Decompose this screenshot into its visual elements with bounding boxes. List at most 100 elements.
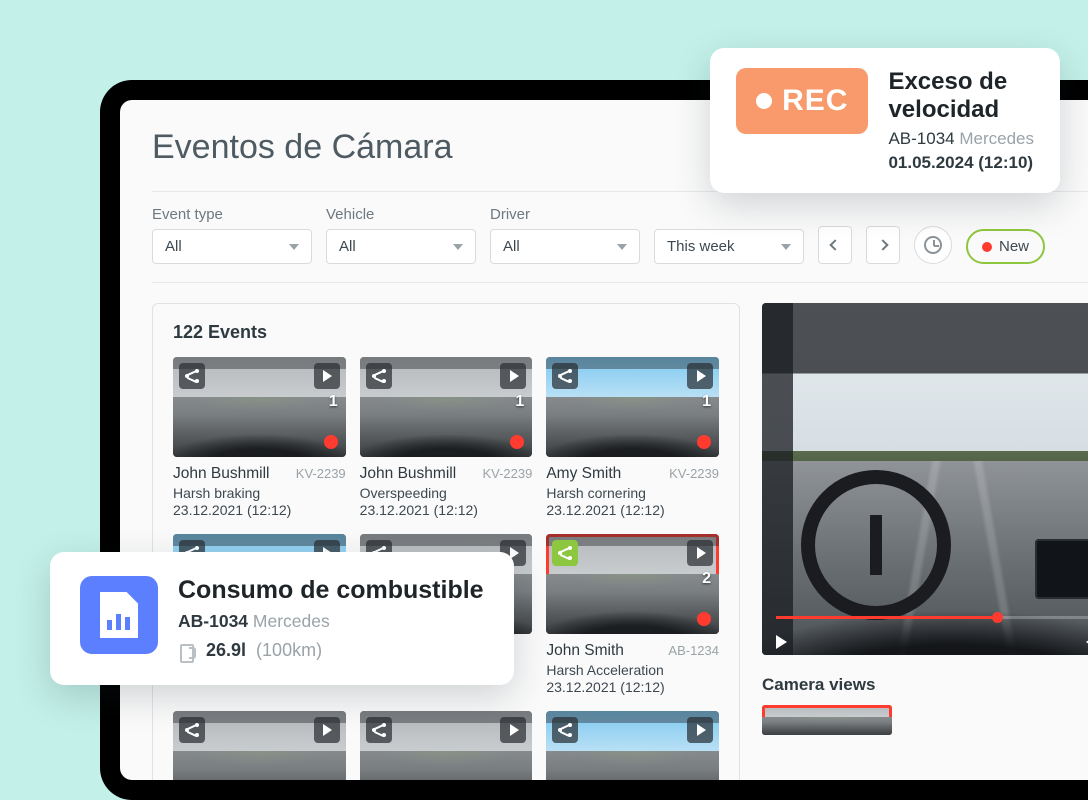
rec-badge: REC (736, 68, 868, 134)
share-icon (185, 369, 199, 383)
event-thumbnail[interactable] (546, 711, 719, 780)
play-icon (697, 370, 706, 382)
fuel-vehicle: AB-1034 Mercedes (178, 611, 484, 632)
vehicle-select[interactable]: All (326, 229, 476, 264)
clip-count: 2 (702, 570, 711, 588)
date-range-select[interactable]: This week (654, 229, 804, 264)
share-button[interactable] (179, 363, 205, 389)
steering-wheel (801, 470, 951, 620)
event-card[interactable]: 1 Amy Smith KV-2239 Harsh cornering23.12.20… (546, 357, 719, 518)
camera-strip (762, 705, 1088, 735)
alert-vehicle: AB-1034 Mercedes (888, 129, 1034, 149)
alert-datetime: 01.05.2024 (12:10) (888, 153, 1034, 173)
fuel-title: Consumo de combustible (178, 576, 484, 605)
speeding-alert-card: REC Exceso de velocidad AB-1034 Mercedes… (710, 48, 1060, 193)
record-dot-icon (756, 93, 772, 109)
share-button[interactable] (552, 540, 578, 566)
share-icon (185, 723, 199, 737)
event-meta: Amy Smith KV-2239 Harsh cornering23.12.202… (546, 457, 719, 518)
event-datetime: 23.12.2021 (12:12) (173, 502, 346, 518)
share-icon (372, 369, 386, 383)
progress-bar[interactable] (776, 616, 1088, 619)
event-thumbnail[interactable]: 1 (173, 357, 346, 457)
video-player[interactable] (762, 303, 1088, 655)
filter-vehicle: Vehicle All (326, 206, 476, 264)
recording-indicator-icon (697, 612, 711, 626)
event-thumbnail[interactable] (360, 711, 533, 780)
play-button[interactable] (687, 540, 713, 566)
share-icon (558, 723, 572, 737)
driver-name: Amy Smith (546, 465, 621, 483)
rec-label: REC (782, 84, 848, 118)
recording-indicator-icon (324, 435, 338, 449)
event-type-label: Overspeeding (360, 485, 533, 501)
fuel-distance: (100km) (256, 640, 322, 661)
camera-tile[interactable] (762, 705, 892, 735)
play-button[interactable] (314, 363, 340, 389)
event-thumbnail[interactable]: 1 (360, 357, 533, 457)
play-button[interactable] (687, 717, 713, 743)
event-thumbnail[interactable] (173, 711, 346, 780)
new-events-pill[interactable]: New (966, 229, 1045, 264)
filter-range: This week (654, 229, 804, 264)
play-button[interactable] (500, 717, 526, 743)
play-button[interactable] (500, 363, 526, 389)
share-button[interactable] (552, 363, 578, 389)
filter-driver: Driver All (490, 206, 640, 264)
event-card[interactable] (546, 711, 719, 780)
clip-count: 1 (702, 393, 711, 411)
play-icon (323, 724, 332, 736)
alert-title: Exceso de velocidad (888, 68, 1034, 123)
filter-event-type: Event type All (152, 206, 312, 264)
fuel-stat: 26.9l (100km) (178, 640, 484, 661)
event-card[interactable] (360, 711, 533, 780)
event-type-label: Harsh cornering (546, 485, 719, 501)
event-card[interactable]: 2 John SmithAB-1234Harsh Acceleration23.1… (546, 534, 719, 695)
event-card[interactable]: 1 John Bushmill KV-2239 Overspeeding23.12.2… (360, 357, 533, 518)
prev-button[interactable] (818, 226, 852, 264)
event-thumbnail[interactable]: 2 (546, 534, 719, 634)
driver-name: John Bushmill (173, 465, 270, 483)
event-card[interactable] (173, 711, 346, 780)
history-button[interactable] (914, 226, 952, 264)
fuel-amount: 26.9l (206, 640, 246, 661)
share-button[interactable] (366, 363, 392, 389)
report-icon (80, 576, 158, 654)
fuel-info: Consumo de combustible AB-1034 Mercedes … (178, 576, 484, 661)
recording-indicator-icon (697, 435, 711, 449)
chevron-down-icon (781, 244, 791, 250)
chevron-down-icon (617, 244, 627, 250)
driver-name: John Smith (546, 642, 624, 660)
play-icon (697, 724, 706, 736)
event-datetime: 23.12.2021 (12:12) (360, 502, 533, 518)
driver-select[interactable]: All (490, 229, 640, 264)
alert-info: Exceso de velocidad AB-1034 Mercedes 01.… (888, 68, 1034, 173)
filters-bar: Event type All Vehicle All Driver All (152, 191, 1088, 283)
event-datetime: 23.12.2021 (12:12) (546, 502, 719, 518)
event-thumbnail[interactable]: 1 (546, 357, 719, 457)
driver-name: John Bushmill (360, 465, 457, 483)
events-count: 122 Events (173, 322, 719, 343)
event-type-select[interactable]: All (152, 229, 312, 264)
play-button[interactable] (687, 363, 713, 389)
share-button[interactable] (366, 717, 392, 743)
chevron-right-icon (877, 239, 888, 250)
select-value: This week (667, 238, 735, 255)
event-meta: John SmithAB-1234Harsh Acceleration23.12… (546, 634, 719, 695)
chevron-down-icon (453, 244, 463, 250)
filter-label: Vehicle (326, 206, 476, 223)
share-button[interactable] (179, 717, 205, 743)
play-icon (510, 370, 519, 382)
select-value: All (503, 238, 520, 255)
play-button[interactable] (314, 717, 340, 743)
share-icon (558, 369, 572, 383)
event-card[interactable]: 1John BushmillKV-2239Harsh braking23.12.… (173, 357, 346, 518)
vehicle-tag: KV-2239 (669, 466, 719, 481)
new-label: New (999, 238, 1029, 255)
next-button[interactable] (866, 226, 900, 264)
play-icon[interactable] (776, 635, 787, 649)
share-button[interactable] (552, 717, 578, 743)
fuel-consumption-card: Consumo de combustible AB-1034 Mercedes … (50, 552, 514, 685)
vehicle-tag: KV-2239 (482, 466, 532, 481)
camera-views-label: Camera views (762, 675, 1088, 695)
